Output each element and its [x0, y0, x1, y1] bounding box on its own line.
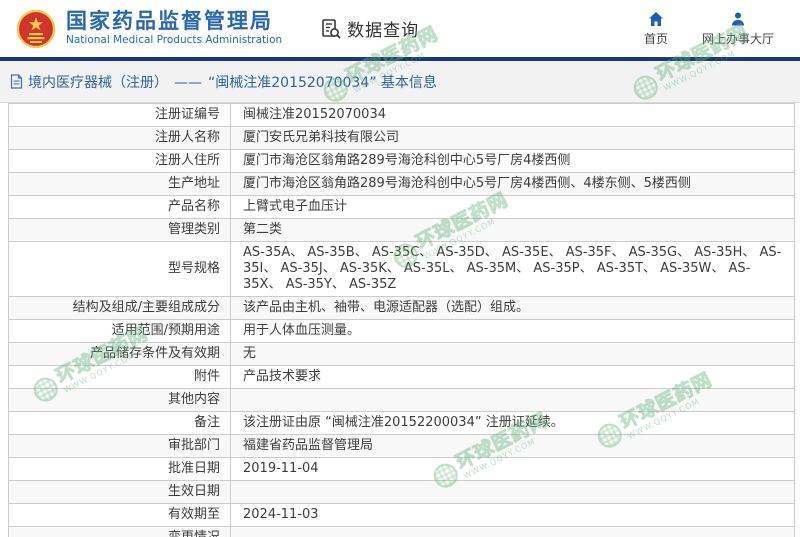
row-label: 审批部门: [9, 435, 231, 457]
table-row: 注册证编号 闽械注准20152070034: [9, 103, 794, 126]
table-row: 批准日期 2019-11-04: [9, 457, 794, 480]
section-title: 数据查询: [347, 21, 420, 41]
row-label-text: 管理类别: [167, 222, 220, 237]
nav-home[interactable]: 首页: [644, 11, 668, 47]
row-value: 闽械注准20152070034: [243, 107, 386, 122]
row-value: 用于人体血压测量。: [243, 323, 361, 338]
row-label-text: 变更情况: [168, 530, 220, 537]
row-label-text: 批准日期: [167, 461, 220, 476]
org-title-block: 国家药品监督管理局 National Medical Products Admi…: [66, 10, 282, 47]
breadcrumb-current: “闽械注准20152070034” 基本信息: [208, 74, 437, 91]
table-row: 产品名称 上臂式电子血压计: [9, 195, 794, 218]
data-query-icon: [322, 18, 341, 39]
row-label: 变更情况: [9, 527, 231, 537]
row-value: 厦门安氏兄弟科技有限公司: [243, 130, 400, 145]
row-label: 产品名称: [9, 196, 231, 218]
table-row: 生效日期: [9, 480, 794, 503]
row-value: 无: [243, 346, 257, 361]
top-nav: 首页 网上办事大厅: [644, 11, 774, 47]
table-row: 审批部门 福建省药品监督管理局: [9, 434, 794, 457]
home-icon: [648, 11, 663, 26]
row-label-text: 产品储存条件及有效期: [89, 346, 220, 361]
user-icon: [731, 12, 744, 25]
row-label: 产品储存条件及有效期: [9, 343, 231, 365]
table-row: 变更情况: [9, 526, 794, 537]
row-value: AS-35A、 AS-35B、 AS-35C、 AS-35D、 AS-35E、 …: [243, 245, 782, 292]
row-label-text: 生效日期: [167, 484, 220, 499]
row-value: 2019-11-04: [243, 461, 319, 476]
row-value: 福建省药品监督管理局: [243, 438, 374, 453]
table-row: 注册人住所 厦门市海沧区翁角路289号海沧科创中心5号厂房4楼西侧: [9, 149, 794, 172]
row-label-text: 有效期至: [167, 507, 220, 522]
row-label: 生效日期: [9, 481, 231, 503]
row-value: 上臂式电子血压计: [243, 199, 348, 214]
table-row: 注册人名称 厦门安氏兄弟科技有限公司: [9, 126, 794, 149]
row-label-text: 结构及组成/主要组成成分: [72, 300, 220, 315]
row-value: 厦门市海沧区翁角路289号海沧科创中心5号厂房4楼西侧: [243, 153, 571, 168]
table-row: 备注 该注册证由原 “闽械注准20152200034” 注册证延续。: [9, 411, 794, 434]
table-row: 适用范围/预期用途 用于人体血压测量。: [9, 319, 794, 342]
row-label: 其他内容: [9, 389, 231, 411]
table-row: 管理类别 第二类: [9, 218, 794, 241]
row-label: 有效期至: [9, 504, 231, 526]
row-label: 型号规格: [9, 242, 231, 296]
row-value: 该注册证由原 “闽械注准20152200034” 注册证延续。: [243, 415, 564, 430]
row-label-text: 备注: [193, 415, 220, 430]
row-value: 2024-11-03: [243, 507, 319, 522]
nav-online-hall[interactable]: 网上办事大厅: [702, 11, 774, 47]
row-label: 管理类别: [9, 219, 231, 241]
row-label: 注册人名称: [9, 127, 231, 149]
row-label: 批准日期: [9, 458, 231, 480]
table-row: 生产地址 厦门市海沧区翁角路289号海沧科创中心5号厂房4楼西侧、4楼东侧、5楼西…: [9, 172, 794, 195]
row-label-text: 注册人住所: [154, 153, 220, 168]
row-value: 厦门市海沧区翁角路289号海沧科创中心5号厂房4楼西侧、4楼东侧、5楼西侧: [243, 176, 691, 191]
row-label-text: 生产地址: [167, 176, 220, 191]
table-row: 附件 产品技术要求: [9, 365, 794, 388]
document-icon: [10, 74, 23, 89]
breadcrumb-bar: 境内医疗器械（注册） —— “闽械注准20152070034” 基本信息: [0, 61, 800, 103]
page-header: 国家药品监督管理局 National Medical Products Admi…: [0, 0, 800, 57]
row-label: 注册证编号: [9, 104, 231, 126]
row-label: 备注: [9, 412, 231, 434]
breadcrumb: 境内医疗器械（注册） —— “闽械注准20152070034” 基本信息: [28, 72, 437, 92]
row-value: [231, 481, 794, 503]
row-value: [231, 389, 794, 411]
row-label-text: 注册人名称: [154, 130, 220, 145]
row-label: 结构及组成/主要组成成分: [9, 297, 231, 319]
row-value: [231, 527, 794, 537]
breadcrumb-category[interactable]: 境内医疗器械（注册）: [28, 75, 168, 91]
table-row: 结构及组成/主要组成成分 该产品由主机、袖带、电源适配器（选配）组成。: [9, 296, 794, 319]
row-label: 附件: [9, 366, 231, 388]
nav-online-hall-label: 网上办事大厅: [701, 31, 774, 46]
row-label-text: 注册证编号: [154, 107, 220, 122]
table-row: 产品储存条件及有效期 无: [9, 342, 794, 365]
data-query-section: 数据查询: [320, 16, 419, 41]
table-row: 型号规格 AS-35A、 AS-35B、 AS-35C、 AS-35D、 AS-3…: [9, 241, 794, 296]
org-name-cn: 国家药品监督管理局: [66, 9, 273, 34]
row-label-text: 其他内容: [167, 392, 220, 407]
row-label-text: 适用范围/预期用途: [111, 323, 220, 338]
table-row: 其他内容: [9, 388, 794, 411]
row-label: 适用范围/预期用途: [9, 320, 231, 342]
table-row: 有效期至 2024-11-03: [9, 503, 794, 526]
row-value: 第二类: [243, 222, 283, 237]
registration-detail-table: 注册证编号 闽械注准20152070034 注册人名称 厦门安氏兄弟科技有限公司 注册人…: [8, 103, 795, 537]
row-value: 产品技术要求: [243, 369, 322, 384]
row-label: 注册人住所: [9, 150, 231, 172]
breadcrumb-separator: ——: [174, 74, 202, 91]
national-emblem-icon: [16, 9, 56, 48]
row-label: 生产地址: [9, 173, 231, 195]
row-value: 该产品由主机、袖带、电源适配器（选配）组成。: [243, 300, 530, 315]
row-label-text: 审批部门: [167, 438, 220, 453]
org-name-en: National Medical Products Administration: [66, 34, 283, 47]
row-label-text: 产品名称: [167, 199, 220, 214]
nav-home-label: 首页: [643, 31, 668, 46]
row-label-text: 附件: [193, 369, 220, 384]
row-label-text: 型号规格: [167, 261, 220, 276]
